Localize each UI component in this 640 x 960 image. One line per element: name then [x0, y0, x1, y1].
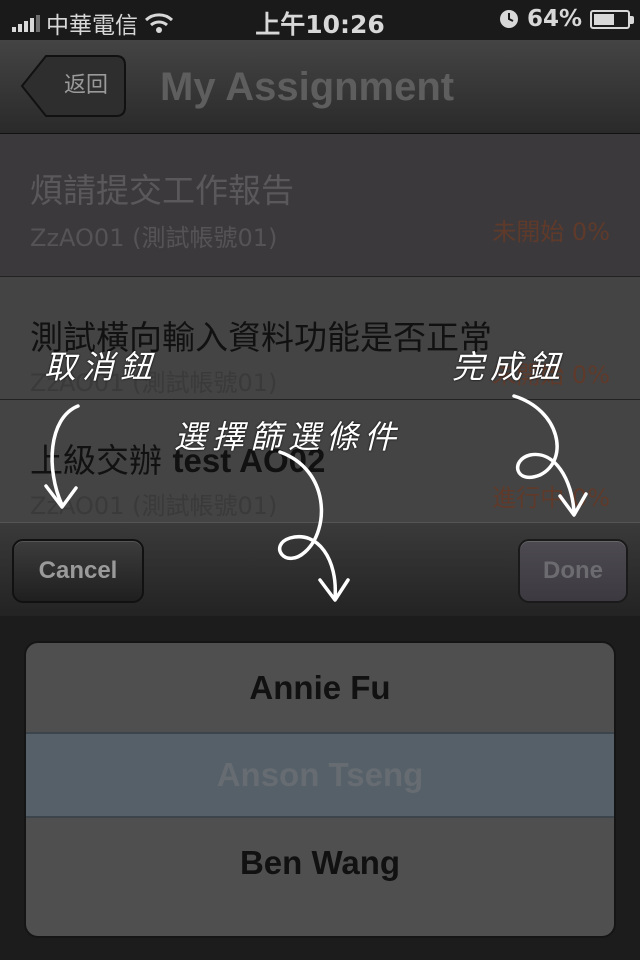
list-item-subtitle: ZzAO01 (測試帳號01)	[30, 492, 278, 520]
cancel-button[interactable]: Cancel	[12, 539, 144, 603]
assignment-list: 煩請提交工作報告 ZzAO01 (測試帳號01) 未開始 0% 測試橫向輸入資料…	[0, 134, 640, 524]
picker-toolbar: Cancel Done	[0, 522, 640, 616]
status-right: 64%	[499, 6, 634, 32]
picker-option-selected[interactable]: Anson Tseng	[26, 732, 614, 818]
page-title: My Assignment	[160, 65, 455, 109]
annotation-cancel: 取消鈕	[44, 348, 159, 386]
list-item-title: 煩請提交工作報告	[30, 171, 294, 210]
annotation-done: 完成鈕	[452, 348, 567, 386]
battery-percent: 64%	[526, 6, 582, 32]
list-item[interactable]: 煩請提交工作報告 ZzAO01 (測試帳號01) 未開始 0%	[0, 134, 640, 277]
annotation-filter: 選擇篩選條件	[174, 418, 403, 456]
list-item-status: 進行中 0%	[492, 484, 610, 512]
back-button[interactable]: 返回	[20, 55, 126, 117]
clock-icon	[499, 10, 518, 28]
status-bar: 中華電信 上午10:26 64%	[0, 0, 640, 40]
name-picker[interactable]: Annie Fu Anson Tseng Ben Wang	[24, 641, 616, 938]
picker-option[interactable]: Ben Wang	[26, 818, 614, 907]
list-item-subtitle: ZzAO01 (測試帳號01)	[30, 224, 278, 252]
battery-icon	[590, 9, 634, 29]
done-button[interactable]: Done	[518, 539, 628, 603]
list-item-status: 未開始 0%	[492, 218, 610, 246]
list-item-title-prefix: 上級交辦	[30, 441, 173, 480]
battery-fill	[594, 13, 615, 25]
back-button-label: 返回	[63, 73, 108, 98]
picker-option[interactable]: Annie Fu	[26, 643, 614, 732]
picker-area: Annie Fu Anson Tseng Ben Wang	[0, 616, 640, 960]
navigation-bar: 返回 My Assignment	[0, 40, 640, 134]
